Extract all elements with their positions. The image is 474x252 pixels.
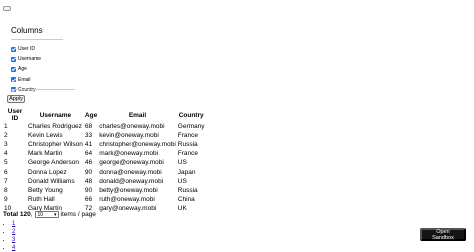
- cell-email: donna@oneway.mobi: [99, 168, 162, 176]
- table-row: 6 Donna Lopez 90 donna@oneway.mobi Japan: [3, 167, 206, 176]
- total-separator: ,: [30, 211, 33, 218]
- cell-user-id: 4: [4, 150, 8, 158]
- cell-user-id: 1: [4, 123, 8, 131]
- cell-age: 66: [84, 195, 93, 203]
- header-user-id: User ID: [7, 108, 23, 122]
- cell-username: George Anderson: [28, 159, 79, 167]
- divider: [11, 39, 63, 40]
- table-row: 1 Charles Rodriguez 68 charles@oneway.mo…: [3, 122, 206, 131]
- cell-email: george@oneway.mobi: [99, 159, 164, 167]
- header-username: Username: [39, 111, 72, 119]
- header-email: Email: [128, 111, 147, 119]
- header-age: Age: [84, 111, 98, 119]
- cell-age: 90: [84, 168, 93, 176]
- cell-user-id: 6: [4, 168, 8, 176]
- cell-user-id: 2: [4, 132, 8, 140]
- table-row: 2 Kevin Lewis 33 kevin@oneway.mobi Franc…: [3, 131, 206, 140]
- page-links: 1 2 3 4: [12, 220, 15, 252]
- cell-email: mark@oneway.mobi: [99, 150, 159, 158]
- column-toggle-label: Email: [18, 76, 31, 83]
- cell-country: US: [177, 159, 187, 167]
- cell-age: 64: [84, 150, 93, 158]
- page-link-item: 3: [12, 236, 15, 244]
- cell-user-id: 7: [4, 177, 8, 185]
- pagination-bar: Total 120 , 10 ▾ items / page: [3, 211, 96, 218]
- users-table: User ID Username Age Email Country 1 Cha…: [3, 108, 206, 213]
- items-per-page-label: items / page: [60, 211, 96, 218]
- cell-country: France: [177, 150, 199, 158]
- table-row: 7 Donald Williams 48 donald@oneway.mobi …: [3, 177, 206, 186]
- cell-country: Japan: [177, 168, 196, 176]
- header-country: Country: [178, 111, 204, 119]
- cell-country: France: [177, 132, 199, 140]
- table-row: 9 Ruth Hall 66 ruth@oneway.mobi China: [3, 195, 206, 204]
- page-link-item: 2: [12, 228, 15, 236]
- cell-user-id: 3: [4, 141, 8, 149]
- cell-user-id: 8: [4, 186, 8, 194]
- cell-country: Russia: [177, 141, 198, 149]
- column-toggle-email[interactable]: Email: [11, 75, 67, 85]
- cell-age: 90: [84, 186, 93, 194]
- page-link-item: 4: [12, 244, 15, 252]
- page-size-value: 10: [37, 211, 44, 218]
- cell-country: China: [177, 195, 195, 203]
- cell-age: 46: [84, 159, 93, 167]
- cell-age: 68: [84, 123, 93, 131]
- page-link[interactable]: 3: [12, 237, 15, 243]
- page-link-item: 1: [12, 220, 15, 228]
- cell-username: Kevin Lewis: [28, 132, 63, 140]
- page-size-select[interactable]: 10 ▾: [34, 211, 59, 218]
- cell-age: 33: [84, 132, 93, 140]
- table-row: 4 Mark Martin 64 mark@oneway.mobi France: [3, 149, 206, 158]
- cell-country: Germany: [177, 123, 205, 131]
- cell-user-id: 5: [4, 159, 8, 167]
- cell-email: christopher@oneway.mobi: [99, 141, 176, 149]
- collapse-toggle-icon[interactable]: [3, 6, 11, 11]
- columns-panel: Columns User ID Username Age Email Count…: [11, 26, 67, 95]
- cell-email: gary@oneway.mobi: [99, 204, 157, 212]
- page-link[interactable]: 2: [12, 229, 15, 235]
- column-toggle-user-id[interactable]: User ID: [11, 44, 67, 54]
- total-count: Total 120: [3, 211, 31, 218]
- cell-email: betty@oneway.mobi: [99, 186, 158, 194]
- cell-country: Russia: [177, 186, 198, 194]
- cell-username: Mark Martin: [28, 150, 63, 158]
- cell-username: Betty Young: [28, 186, 63, 194]
- column-toggle-label: Username: [18, 56, 42, 63]
- cell-email: kevin@oneway.mobi: [99, 132, 159, 140]
- cell-username: Donald Williams: [28, 177, 75, 185]
- column-toggle-username[interactable]: Username: [11, 54, 67, 64]
- columns-title: Columns: [11, 26, 43, 35]
- column-toggle-age[interactable]: Age: [11, 64, 67, 74]
- cell-username: Christopher Wilson: [28, 141, 83, 149]
- cell-username: Ruth Hall: [28, 195, 55, 203]
- cell-user-id: 9: [4, 195, 8, 203]
- checkbox-checked-icon[interactable]: [11, 46, 16, 52]
- checkbox-checked-icon[interactable]: [11, 66, 16, 72]
- cell-email: charles@oneway.mobi: [99, 123, 165, 131]
- checkbox-checked-icon[interactable]: [11, 56, 16, 62]
- cell-age: 48: [84, 177, 93, 185]
- cell-username: Donna Lopez: [28, 168, 67, 176]
- cell-age: 41: [84, 141, 93, 149]
- divider: [11, 89, 75, 90]
- cell-username: Charles Rodriguez: [28, 123, 82, 131]
- column-toggle-label: User ID: [18, 46, 35, 53]
- checkbox-checked-icon[interactable]: [11, 77, 16, 83]
- column-toggle-label: Age: [18, 66, 27, 73]
- table-row: 5 George Anderson 46 george@oneway.mobi …: [3, 158, 206, 167]
- page-link[interactable]: 4: [12, 245, 15, 251]
- cell-country: UK: [177, 204, 187, 212]
- table-header-row: User ID Username Age Email Country: [3, 108, 206, 122]
- cell-email: ruth@oneway.mobi: [99, 195, 155, 203]
- page-link[interactable]: 1: [12, 221, 15, 227]
- cell-email: donald@oneway.mobi: [99, 177, 164, 185]
- chevron-down-icon: ▾: [54, 212, 57, 218]
- table-row: 3 Christopher Wilson 41 christopher@onew…: [3, 140, 206, 149]
- apply-button[interactable]: Apply: [7, 95, 25, 103]
- table-row: 8 Betty Young 90 betty@oneway.mobi Russi…: [3, 186, 206, 195]
- cell-country: US: [177, 177, 187, 185]
- open-sandbox-button[interactable]: Open Sandbox: [420, 228, 466, 241]
